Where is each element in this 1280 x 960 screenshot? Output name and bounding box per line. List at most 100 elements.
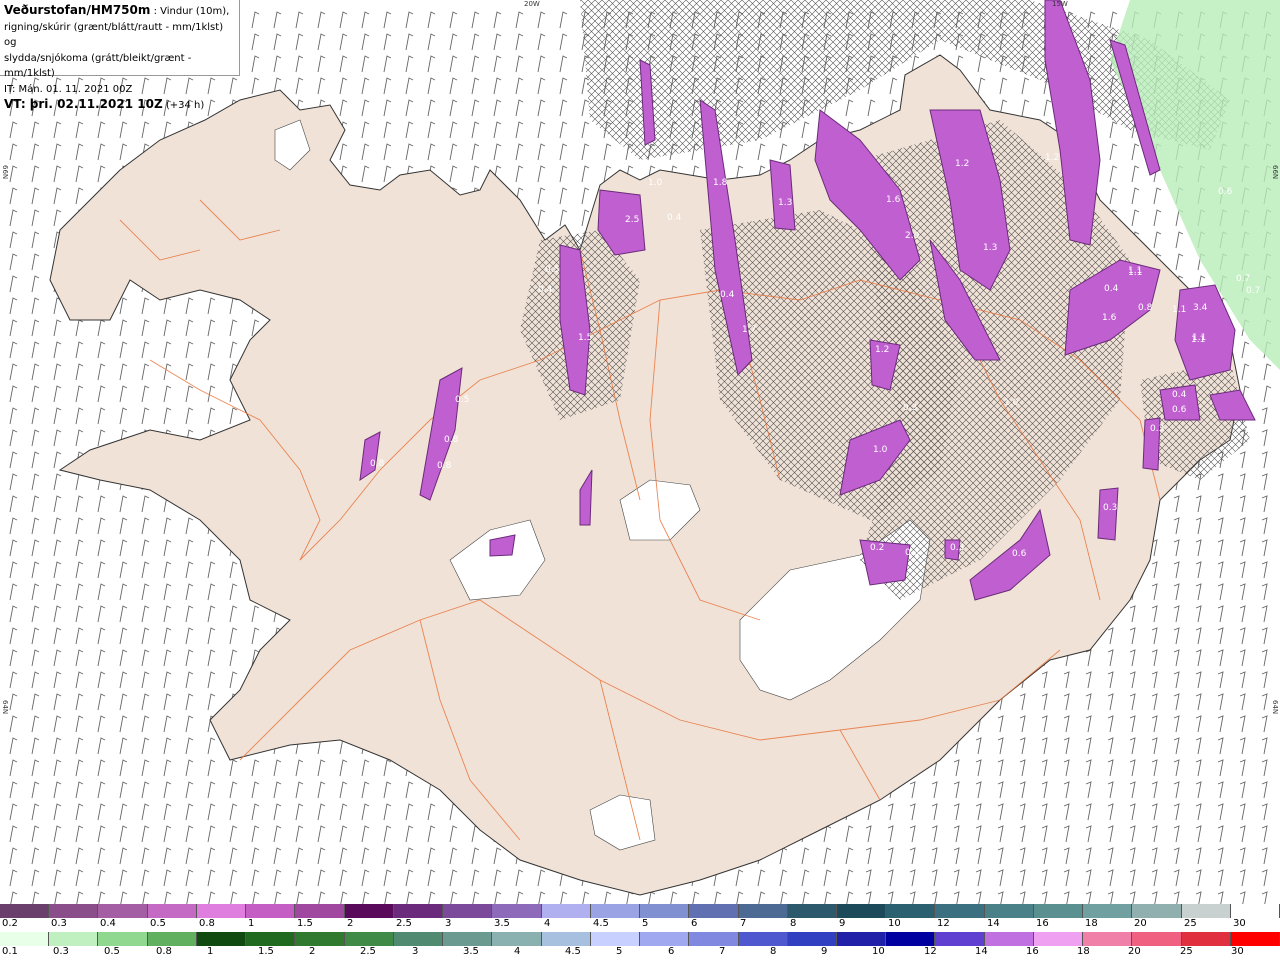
legend-label: 1 (207, 946, 214, 957)
legend-label: 0.3 (53, 946, 69, 957)
legend-label: 1.5 (297, 918, 313, 929)
lat-label-66n-left: 66N (1, 165, 9, 180)
legend-swatch (49, 904, 99, 918)
precip-value-label: 0.4 (1172, 390, 1187, 400)
legend-swatch (984, 932, 1034, 946)
legend-color-bar (0, 932, 1280, 946)
precip-value-label: 1.6 (886, 195, 901, 205)
legend-label: 12 (937, 918, 950, 929)
legend-label: 9 (839, 918, 846, 929)
legend-swatch (689, 932, 739, 946)
legend-swatch (246, 932, 296, 946)
legend-swatch (393, 904, 444, 918)
legend-swatch (1230, 932, 1280, 946)
precip-value-label: 0.3 (1103, 503, 1117, 513)
legend-color-bar (0, 904, 1280, 918)
precip-value-label: 1.6 (1102, 313, 1117, 323)
legend-label: 4 (514, 946, 521, 957)
legend-swatch (443, 904, 493, 918)
legend-label: 8 (770, 946, 777, 957)
precip-value-label: 0.3 (905, 548, 919, 558)
legend-label: 0.4 (100, 918, 116, 929)
legend-swatch (640, 904, 690, 918)
rainfall-legend: 0.1 0.3 0.5 0.8 1 1.5 2 2.5 3 3.5 4 4.5 5 6 7 8 9 10 12 14 1… (0, 932, 1280, 960)
legend-swatch (0, 932, 50, 946)
legend-swatch (886, 932, 936, 946)
precip-value-label: 2.0 (905, 231, 920, 241)
precip-value-label: 3.4 (1193, 303, 1208, 313)
legend-swatch (344, 932, 394, 946)
legend-swatch (787, 904, 837, 918)
legend-label: 30 (1231, 946, 1244, 957)
legend-label: 18 (1085, 918, 1098, 929)
precip-value-label: 0.7 (1246, 286, 1260, 296)
legend-label: 2 (309, 946, 316, 957)
legend-label: 14 (975, 946, 988, 957)
legend-swatch (295, 904, 345, 918)
legend-label: 16 (1036, 918, 1049, 929)
precip-value-label: 0.6 (1012, 549, 1027, 559)
legend-label: 12 (924, 946, 937, 957)
legend-swatch (541, 904, 591, 918)
legend-swatch (590, 904, 641, 918)
legend-swatch (886, 904, 936, 918)
legend-swatch (147, 932, 197, 946)
legend-swatch (196, 932, 247, 946)
legend-label: 2.5 (360, 946, 376, 957)
legend-swatch (590, 932, 641, 946)
legend-label: 4.5 (593, 918, 609, 929)
legend-label: 3 (412, 946, 419, 957)
legend-swatch (1033, 932, 1084, 946)
legend-label: 0.2 (2, 918, 18, 929)
precip-value-label: 0.4 (1104, 284, 1119, 294)
legend-label: 6 (668, 946, 675, 957)
precip-value-label: 0.2 (870, 543, 884, 553)
legend-swatch (1132, 904, 1182, 918)
precip-value-label: 0.4 (720, 290, 735, 300)
precip-value-label: 0.8 (444, 435, 459, 445)
precip-value-label: 0.7 (1236, 274, 1250, 284)
legend-label: 3.5 (463, 946, 479, 957)
legend-swatch (935, 904, 985, 918)
precip-value-label: 1.0 (873, 445, 888, 455)
legend-swatch (984, 904, 1034, 918)
map-subtitle-snow: slydda/snjókoma (grátt/bleikt/grænt - mm… (4, 52, 192, 80)
precip-value-label: 1.3 (778, 198, 792, 208)
legend-swatch (640, 932, 690, 946)
precip-value-label: 0.3 (950, 543, 964, 553)
precip-value-label: 0.4 (538, 285, 553, 295)
precip-value-label: 1.2 (1045, 153, 1059, 163)
valid-time-label: VT: (4, 97, 26, 111)
legend-label: 30 (1233, 918, 1246, 929)
precip-value-label: 1.0 (1004, 398, 1019, 408)
precip-value-label: 0.5 (545, 265, 559, 275)
legend-swatch (1083, 904, 1133, 918)
legend-label: 9 (821, 946, 828, 957)
legend-swatch (1181, 932, 1231, 946)
precip-value-label: 1.2 (955, 159, 969, 169)
lon-label-15w: 15W (1052, 0, 1068, 8)
lat-label-66n-right: 66N (1271, 165, 1279, 180)
legend-label: 0.1 (2, 946, 18, 957)
legend-swatch (1132, 932, 1182, 946)
precip-value-label: 1.0 (648, 178, 663, 188)
legend-label: 7 (740, 918, 747, 929)
legend-swatch (98, 904, 148, 918)
precip-value-label: 1.8 (713, 178, 728, 188)
map-subtitle-rain: rigning/skúrir (grænt/blátt/rautt - mm/1… (4, 21, 224, 49)
legend-label: 0.5 (104, 946, 120, 957)
legend-swatch (0, 904, 50, 918)
legend-label: 1 (248, 918, 255, 929)
legend-swatch (738, 904, 788, 918)
legend-label: 3.5 (494, 918, 510, 929)
legend-label: 16 (1026, 946, 1039, 957)
precip-value-label: 0.8 (1138, 303, 1153, 313)
lon-label-20w: 20W (524, 0, 540, 8)
legend-swatch (147, 904, 197, 918)
legend-swatch (836, 932, 887, 946)
legend-label: 2.5 (396, 918, 412, 929)
precip-value-label: 0.5 (455, 395, 469, 405)
precip-value-label: 1.3 (983, 243, 997, 253)
precip-value-label: 0.6 (1218, 187, 1233, 197)
legend-swatch (836, 904, 887, 918)
